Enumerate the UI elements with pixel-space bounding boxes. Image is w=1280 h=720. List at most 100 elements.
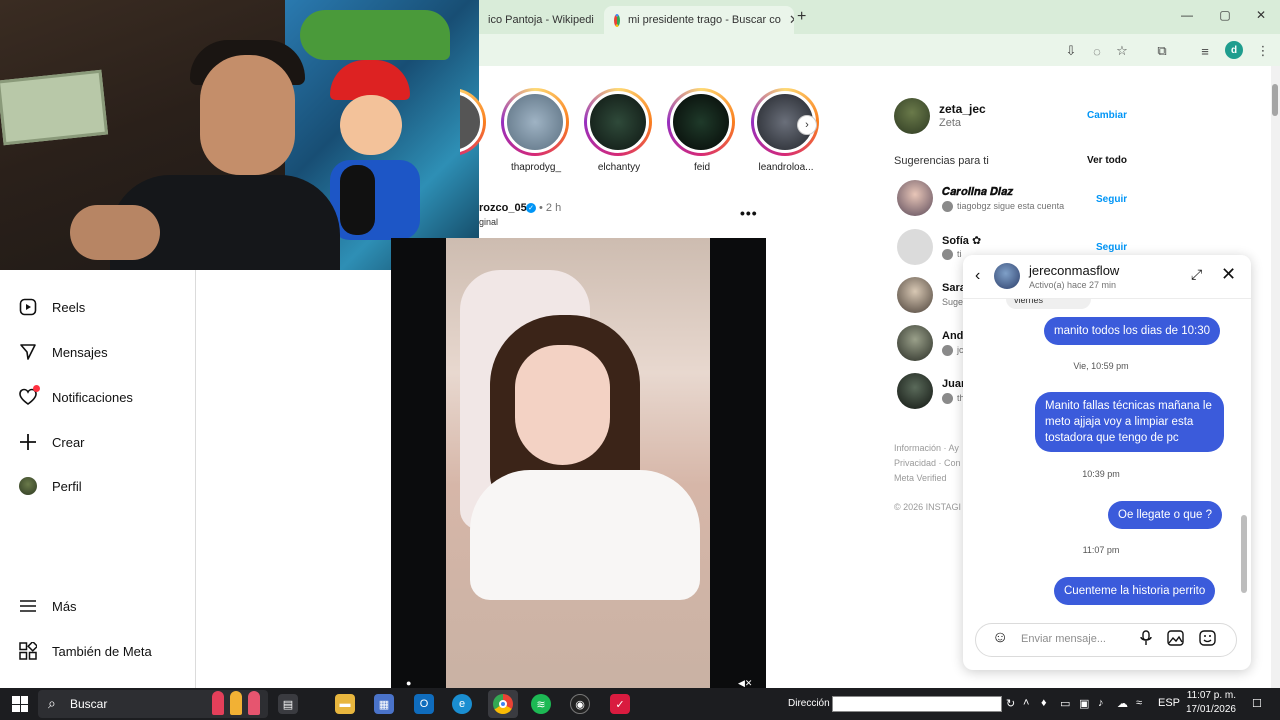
taskbar-search-label[interactable]: Buscar bbox=[70, 697, 107, 711]
suggestion-avatar[interactable] bbox=[897, 180, 933, 216]
browser-tab[interactable]: ico Pantoja - Wikipedi ✕ bbox=[478, 6, 603, 34]
follow-button[interactable]: Seguir bbox=[1096, 242, 1127, 253]
mute-icon[interactable]: ◀✕ bbox=[738, 678, 752, 688]
footer-links[interactable]: Información · Ay bbox=[894, 443, 959, 453]
install-app-icon[interactable]: ⇩ bbox=[1062, 42, 1080, 60]
suggestion-name[interactable]: And bbox=[942, 330, 963, 342]
tray-overflow-icon[interactable]: ˄ bbox=[1023, 697, 1029, 709]
emoji-icon[interactable]: ☺ bbox=[992, 629, 1008, 647]
go-icon[interactable]: ↻ bbox=[1006, 697, 1015, 710]
sidebar-item-label: Mensajes bbox=[52, 344, 108, 360]
story-item[interactable]: feid bbox=[667, 88, 737, 173]
sent-message-bubble[interactable]: manito todos los dias de 10:30 bbox=[1044, 317, 1220, 345]
microsoft-store-icon[interactable]: ▦ bbox=[374, 694, 394, 714]
suggestion-avatar[interactable] bbox=[897, 277, 933, 313]
sidebar-item-notifications[interactable]: Notificaciones bbox=[18, 382, 133, 412]
onedrive-icon[interactable]: ☁ bbox=[1117, 697, 1128, 710]
browser-profile-avatar[interactable]: d bbox=[1225, 41, 1243, 59]
sent-message-bubble[interactable]: Oe llegate o que ? bbox=[1108, 501, 1222, 529]
mic-tray-icon[interactable]: ♦ bbox=[1041, 697, 1047, 709]
page-scrollbar-thumb[interactable] bbox=[1272, 84, 1278, 116]
new-tab-button[interactable]: + bbox=[797, 8, 806, 26]
app-icon[interactable]: ✓ bbox=[610, 694, 630, 714]
browser-tab-active[interactable]: mi presidente trago - Buscar co ✕ bbox=[604, 6, 794, 34]
sidebar-item-reels[interactable]: Reels bbox=[18, 292, 85, 322]
language-indicator[interactable]: ESP bbox=[1158, 697, 1180, 709]
suggestion-avatar[interactable] bbox=[897, 325, 933, 361]
wifi-off-icon[interactable]: ≈ bbox=[1136, 697, 1142, 709]
sidebar-item-also-from-meta[interactable]: También de Meta bbox=[18, 636, 152, 666]
stories-next-button[interactable]: › bbox=[797, 115, 817, 135]
address-toolbar-input[interactable] bbox=[832, 696, 1002, 712]
see-all-button[interactable]: Ver todo bbox=[1087, 155, 1127, 166]
story-item[interactable]: elchantyy bbox=[584, 88, 654, 173]
dm-scrollbar[interactable] bbox=[1241, 515, 1247, 593]
message-input[interactable] bbox=[975, 623, 1237, 657]
outlook-icon[interactable]: O bbox=[414, 694, 434, 714]
suggestion-name[interactable]: Sofía ✿ bbox=[942, 234, 981, 247]
maximize-button[interactable]: ▢ bbox=[1210, 8, 1240, 22]
post-username[interactable]: rozco_05 bbox=[479, 202, 527, 214]
file-explorer-icon[interactable]: ▬ bbox=[335, 694, 355, 714]
tagged-user-icon[interactable]: ● bbox=[406, 678, 418, 688]
page-scrollbar[interactable] bbox=[1271, 66, 1280, 688]
windows-start-icon[interactable] bbox=[12, 696, 28, 712]
browser-menu-icon[interactable]: ⋮ bbox=[1254, 42, 1272, 60]
media-controls-icon[interactable]: ≡ bbox=[1196, 42, 1214, 60]
account-username[interactable]: zeta_jec bbox=[939, 102, 986, 116]
switch-account-button[interactable]: Cambiar bbox=[1087, 110, 1127, 121]
post-audio-label[interactable]: ginal bbox=[479, 217, 498, 227]
reels-icon bbox=[18, 297, 38, 317]
dm-contact-name[interactable]: jereconmasflow bbox=[1029, 263, 1119, 278]
story-partial[interactable] bbox=[460, 88, 486, 156]
network-icon[interactable]: ▭ bbox=[1060, 697, 1070, 710]
edge-icon[interactable]: e bbox=[452, 694, 472, 714]
dm-contact-status: Activo(a) hace 27 min bbox=[1029, 280, 1117, 290]
sidebar-item-more[interactable]: Más bbox=[18, 591, 77, 621]
volume-icon[interactable]: ♪ bbox=[1098, 697, 1104, 709]
back-chevron-icon[interactable]: ‹ bbox=[975, 267, 980, 285]
chrome-icon[interactable] bbox=[493, 694, 513, 714]
sidebar-item-label: Más bbox=[52, 598, 77, 614]
image-icon[interactable] bbox=[1167, 630, 1184, 649]
sent-message-bubble[interactable]: Manito fallas técnicas mañana le meto aj… bbox=[1035, 392, 1224, 452]
dm-contact-avatar[interactable] bbox=[994, 263, 1020, 289]
camera-tray-icon[interactable]: ▣ bbox=[1079, 697, 1089, 710]
bookmark-star-icon[interactable]: ☆ bbox=[1113, 42, 1131, 60]
obs-icon[interactable]: ◉ bbox=[570, 694, 590, 714]
minimize-button[interactable]: — bbox=[1172, 8, 1202, 22]
microphone-icon[interactable] bbox=[1139, 630, 1153, 649]
post-options-button[interactable]: ••• bbox=[740, 205, 758, 221]
extensions-icon[interactable]: ⧉ bbox=[1153, 42, 1171, 60]
mutual-avatar bbox=[942, 393, 953, 404]
close-icon[interactable]: ✕ bbox=[1221, 264, 1236, 285]
sidebar-item-profile[interactable]: Perfil bbox=[18, 471, 82, 501]
message-input-placeholder[interactable]: Enviar mensaje... bbox=[1021, 633, 1106, 645]
tab-close-icon[interactable]: ✕ bbox=[789, 12, 794, 28]
footer-links[interactable]: Meta Verified bbox=[894, 473, 947, 483]
notification-center-icon[interactable]: ☐ bbox=[1252, 697, 1262, 710]
follow-button[interactable]: Seguir bbox=[1096, 194, 1127, 205]
suggestion-name[interactable]: 𝑪𝒂𝒓𝒐𝒍𝒊𝒏𝒂 𝑫𝒊𝒂𝒛 bbox=[942, 186, 1013, 199]
sticker-icon[interactable] bbox=[1199, 630, 1216, 649]
task-view-icon[interactable]: ▤ bbox=[278, 694, 298, 714]
suggestion-avatar[interactable] bbox=[897, 373, 933, 409]
tulip-icon bbox=[230, 691, 242, 715]
story-username: leandroloa... bbox=[758, 162, 814, 173]
post-timestamp: • 2 h bbox=[539, 202, 562, 214]
sidebar-item-messages[interactable]: Mensajes bbox=[18, 337, 108, 367]
account-avatar[interactable] bbox=[894, 98, 930, 134]
spotify-icon[interactable]: ≋ bbox=[531, 694, 551, 714]
suggestion-avatar[interactable] bbox=[897, 229, 933, 265]
story-item[interactable]: thaprodyg_ bbox=[501, 88, 571, 173]
sent-message-bubble[interactable]: Cuenteme la historia perrito bbox=[1054, 577, 1216, 605]
clock-date[interactable]: 17/01/2026 bbox=[1180, 704, 1236, 715]
photo-clothing bbox=[470, 470, 700, 600]
expand-icon[interactable]: ⤢ bbox=[1191, 266, 1202, 283]
clock-time[interactable]: 11:07 p. m. bbox=[1186, 690, 1236, 701]
footer-links[interactable]: Privacidad · Con bbox=[894, 458, 961, 468]
close-window-button[interactable]: ✕ bbox=[1246, 8, 1276, 22]
tab-close-icon[interactable]: ✕ bbox=[602, 12, 603, 28]
sidebar-item-create[interactable]: Crear bbox=[18, 427, 85, 457]
eye-off-icon[interactable]: ◌ bbox=[1088, 42, 1106, 60]
